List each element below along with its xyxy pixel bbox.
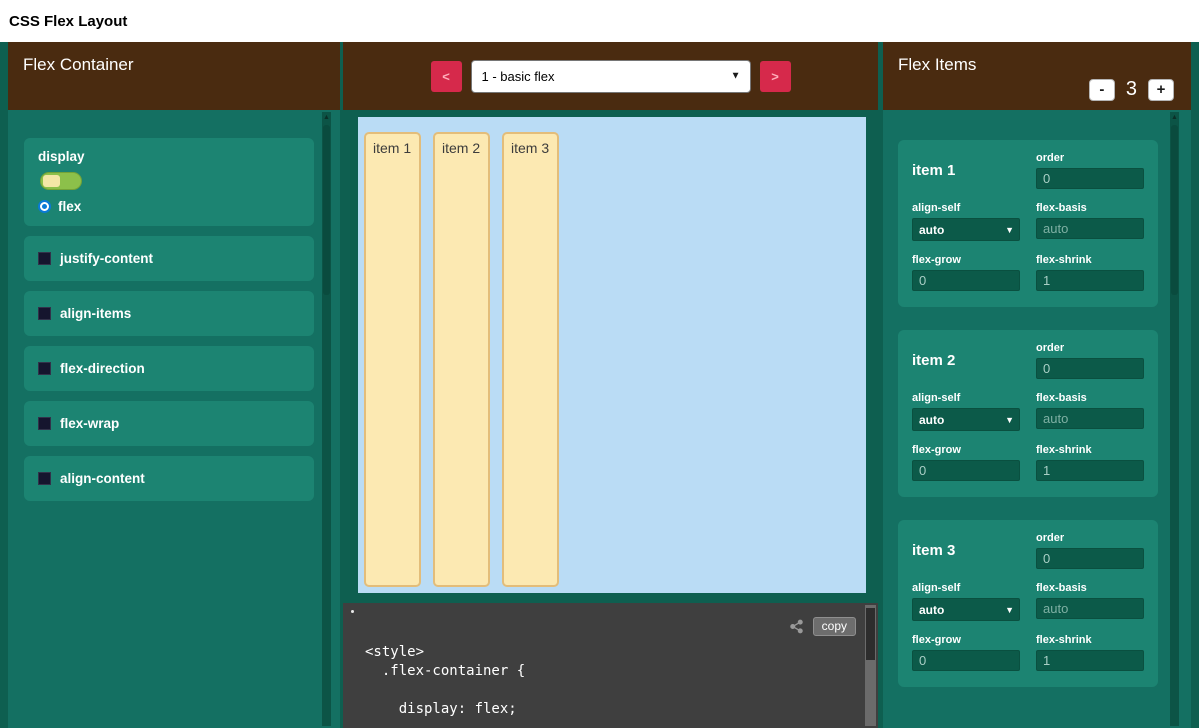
preview-flex-item-1: item 1 — [364, 132, 421, 587]
flex-basis-label: flex-basis — [1036, 202, 1144, 214]
flex-basis-label: flex-basis — [1036, 582, 1144, 594]
flex-container-panel: Flex Container display flex justify-cont… — [8, 42, 340, 728]
flex-wrap-label: flex-wrap — [60, 416, 119, 431]
right-panel-scrollbar[interactable]: ▲ — [1170, 112, 1179, 726]
align-self-label: align-self — [912, 202, 1020, 214]
cursor-dot — [351, 610, 354, 613]
flex-items-panel: Flex Items - 3 + item 1 order — [883, 42, 1191, 728]
item-card-title: item 2 — [912, 352, 1020, 369]
item-card-1: item 1 order align-self auto ▼ — [898, 140, 1158, 307]
align-self-label: align-self — [912, 392, 1020, 404]
flex-grow-label: flex-grow — [912, 254, 1020, 266]
left-panel-scrollbar[interactable]: ▲ — [322, 112, 331, 726]
flex-grow-label: flex-grow — [912, 444, 1020, 456]
preview-flex-item-2: item 2 — [433, 132, 490, 587]
prop-flex-wrap: flex-wrap — [24, 401, 314, 446]
order-label: order — [1036, 342, 1144, 354]
flex-container-body: display flex justify-content align-items — [8, 110, 340, 728]
flex-radio[interactable] — [38, 200, 51, 213]
align-content-label: align-content — [60, 471, 145, 486]
align-self-label: align-self — [912, 582, 1020, 594]
prev-preset-button[interactable]: < — [431, 61, 462, 92]
order-input[interactable] — [1036, 168, 1144, 189]
item-card-2: item 2 order align-self auto ▼ — [898, 330, 1158, 497]
code-line — [365, 681, 848, 700]
flex-items-title: Flex Items — [898, 55, 976, 74]
add-item-button[interactable]: + — [1148, 79, 1174, 101]
flex-radio-label: flex — [58, 199, 81, 214]
code-line: display: flex; — [365, 700, 848, 719]
flex-grow-label: flex-grow — [912, 634, 1020, 646]
scrollbar-thumb[interactable] — [1171, 125, 1178, 295]
share-icon[interactable] — [789, 619, 804, 634]
code-line: .flex-container { — [365, 662, 848, 681]
flex-items-header: Flex Items - 3 + — [883, 42, 1191, 110]
preview-panel: < 1 - basic flex ▼ > item 1 item 2 item … — [343, 42, 878, 728]
justify-content-checkbox[interactable] — [38, 252, 51, 265]
preset-select[interactable]: 1 - basic flex — [471, 60, 751, 93]
code-line: <style> — [365, 643, 848, 662]
justify-content-label: justify-content — [60, 251, 153, 266]
code-panel: copy <style> .flex-container { display: … — [343, 603, 878, 728]
preview-flex-item-3: item 3 — [502, 132, 559, 587]
flex-basis-input[interactable] — [1036, 598, 1144, 619]
preview-body: item 1 item 2 item 3 copy <style> — [343, 110, 878, 728]
prop-align-content: align-content — [24, 456, 314, 501]
flex-basis-input[interactable] — [1036, 408, 1144, 429]
title-bar: CSS Flex Layout — [0, 0, 1199, 42]
order-input[interactable] — [1036, 358, 1144, 379]
align-items-label: align-items — [60, 306, 131, 321]
scroll-up-icon[interactable]: ▲ — [1170, 112, 1179, 123]
order-label: order — [1036, 532, 1144, 544]
code-scrollbar-thumb[interactable] — [866, 608, 875, 660]
display-label: display — [38, 149, 300, 164]
flex-grow-input[interactable] — [912, 650, 1020, 671]
flex-wrap-checkbox[interactable] — [38, 417, 51, 430]
prop-justify-content: justify-content — [24, 236, 314, 281]
item-count: 3 — [1126, 78, 1137, 101]
code-scrollbar[interactable] — [865, 605, 876, 726]
flex-basis-input[interactable] — [1036, 218, 1144, 239]
flex-basis-label: flex-basis — [1036, 392, 1144, 404]
order-label: order — [1036, 152, 1144, 164]
align-content-checkbox[interactable] — [38, 472, 51, 485]
flex-container-header: Flex Container — [8, 42, 340, 110]
item-card-3: item 3 order align-self auto ▼ — [898, 520, 1158, 687]
flex-shrink-label: flex-shrink — [1036, 254, 1144, 266]
flex-items-body: item 1 order align-self auto ▼ — [883, 110, 1191, 728]
display-toggle[interactable] — [40, 172, 82, 190]
toggle-knob — [43, 175, 60, 187]
prop-flex-direction: flex-direction — [24, 346, 314, 391]
main-area: Flex Container display flex justify-cont… — [0, 42, 1199, 728]
next-preset-button[interactable]: > — [760, 61, 791, 92]
flex-shrink-input[interactable] — [1036, 460, 1144, 481]
align-self-select[interactable]: auto — [912, 408, 1020, 431]
flex-grow-input[interactable] — [912, 460, 1020, 481]
display-group: display flex — [24, 138, 314, 226]
prop-align-items: align-items — [24, 291, 314, 336]
page-title: CSS Flex Layout — [9, 13, 127, 30]
item-card-title: item 3 — [912, 542, 1020, 559]
preset-nav-bar: < 1 - basic flex ▼ > — [343, 42, 878, 110]
remove-item-button[interactable]: - — [1089, 79, 1115, 101]
flex-grow-input[interactable] — [912, 270, 1020, 291]
scrollbar-thumb[interactable] — [323, 125, 330, 295]
flex-shrink-label: flex-shrink — [1036, 444, 1144, 456]
order-input[interactable] — [1036, 548, 1144, 569]
item-card-title: item 1 — [912, 162, 1020, 179]
flex-shrink-input[interactable] — [1036, 270, 1144, 291]
align-self-select[interactable]: auto — [912, 598, 1020, 621]
copy-button[interactable]: copy — [813, 617, 856, 636]
scroll-up-icon[interactable]: ▲ — [322, 112, 331, 123]
flex-container-preview: item 1 item 2 item 3 — [358, 117, 866, 593]
flex-shrink-label: flex-shrink — [1036, 634, 1144, 646]
flex-direction-checkbox[interactable] — [38, 362, 51, 375]
flex-direction-label: flex-direction — [60, 361, 145, 376]
flex-shrink-input[interactable] — [1036, 650, 1144, 671]
align-items-checkbox[interactable] — [38, 307, 51, 320]
align-self-select[interactable]: auto — [912, 218, 1020, 241]
